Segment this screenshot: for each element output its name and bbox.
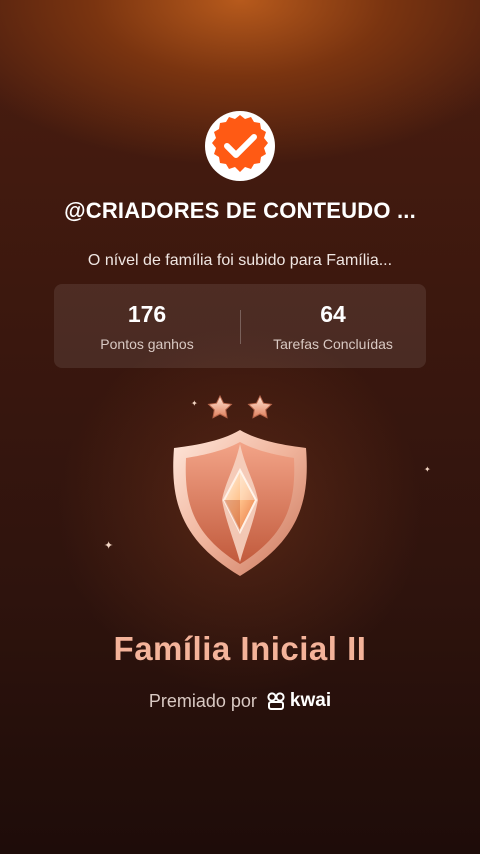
family-level-name: Família Inicial II: [113, 630, 367, 667]
points-label: Pontos ganhos: [100, 336, 194, 352]
points-stat: 176 Pontos ganhos: [54, 284, 240, 368]
kwai-brand: kwai: [267, 690, 331, 712]
sparkle-icon: ✦: [424, 465, 431, 474]
kwai-logo-icon: [267, 692, 285, 710]
level-up-message: O nível de família foi subido para Famíl…: [87, 252, 393, 269]
tasks-stat: 64 Tarefas Concluídas: [240, 284, 426, 368]
stats-card: 176 Pontos ganhos 64 Tarefas Concluídas: [54, 284, 426, 368]
orange-badge-checkmark-icon: [205, 111, 275, 181]
points-value: 176: [127, 301, 167, 327]
tasks-label: Tarefas Concluídas: [273, 336, 393, 352]
profile-avatar[interactable]: [204, 110, 276, 182]
awarded-by-label: Premiado por: [148, 690, 257, 711]
family-level-shield-icon: [150, 390, 330, 590]
kwai-brand-name: kwai: [289, 690, 332, 711]
username-title: @CRIADORES DE CONTEUDO ...: [64, 198, 416, 223]
sparkle-icon: ✦: [104, 540, 114, 552]
tasks-value: 64: [320, 301, 346, 327]
awarded-by-row: Premiado por kwai: [0, 688, 480, 714]
